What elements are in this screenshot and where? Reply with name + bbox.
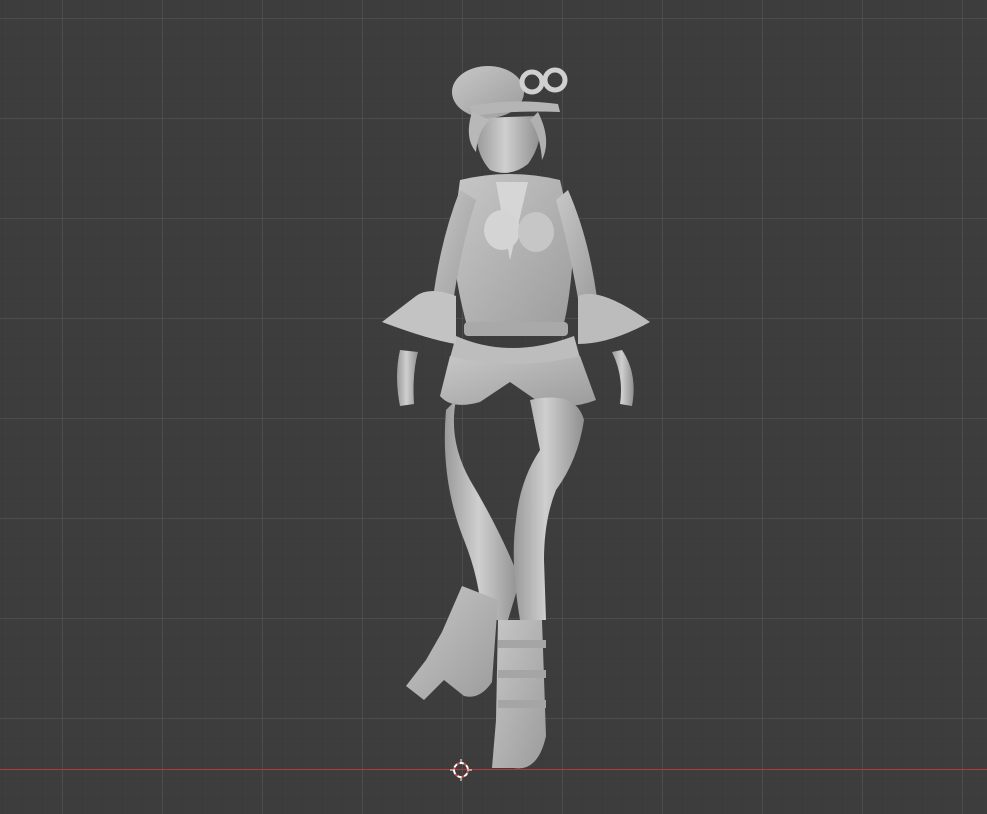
legs: [444, 397, 584, 620]
sculpted-figure-model[interactable]: [360, 60, 670, 780]
3d-cursor-icon[interactable]: [450, 759, 472, 781]
3d-viewport[interactable]: [0, 0, 987, 814]
head: [468, 112, 547, 173]
cap: [452, 66, 568, 118]
